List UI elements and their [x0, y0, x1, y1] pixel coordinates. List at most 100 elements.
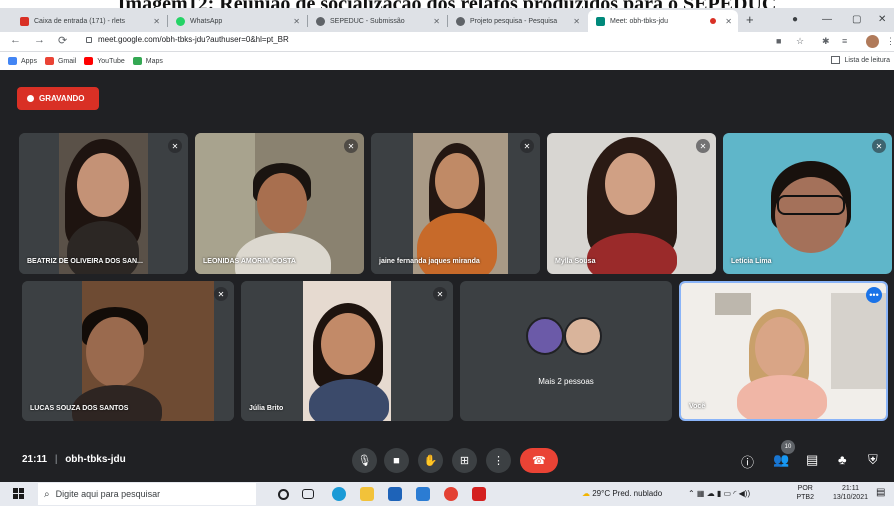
participant-tile[interactable]: ✕ BEATRIZ DE OLIVEIRA DOS SAN...	[19, 133, 188, 274]
close-icon[interactable]: ✕	[573, 17, 580, 26]
end-call-button[interactable]: ☎	[520, 448, 558, 473]
new-tab-button[interactable]: +	[746, 13, 754, 26]
tab-label: Projeto pesquisa - Pesquisa	[470, 17, 558, 25]
participant-name: LUCAS SOUZA DOS SANTOS	[30, 405, 129, 412]
weather-widget[interactable]: ☁ 29°C Pred. nublado	[582, 489, 662, 498]
menu-icon[interactable]: ⋮	[886, 36, 894, 47]
reading-list-icon[interactable]: ≡	[842, 36, 847, 46]
close-icon[interactable]: ✕	[433, 17, 440, 26]
tab-gmail[interactable]: Caixa de entrada (171) - rlets ✕	[12, 10, 166, 32]
notifications-icon[interactable]: ▤	[876, 487, 885, 498]
taskbar-search[interactable]: ⌕ Digite aqui para pesquisar	[38, 483, 256, 505]
task-view-icon[interactable]	[302, 489, 314, 499]
reading-list-button[interactable]: Lista de leitura	[831, 56, 890, 64]
reload-icon[interactable]: ⟳	[58, 34, 67, 47]
participant-name: BEATRIZ DE OLIVEIRA DOS SAN...	[27, 258, 143, 265]
mic-off-icon: ✕	[696, 139, 710, 153]
bookmark-label: Gmail	[57, 57, 77, 65]
bookmark-label: Maps	[145, 57, 163, 65]
more-people-tile[interactable]: Mais 2 pessoas	[460, 281, 672, 421]
youtube-icon	[84, 57, 94, 65]
close-icon[interactable]: ✕	[725, 17, 732, 26]
cortana-icon[interactable]	[278, 489, 289, 500]
language-indicator[interactable]: POR PTB2	[796, 484, 814, 502]
file-explorer-icon[interactable]	[360, 487, 374, 501]
raise-hand-button[interactable]: ✋	[418, 448, 443, 473]
tab-projeto[interactable]: Projeto pesquisa - Pesquisa ✕	[448, 10, 586, 32]
camera-icon[interactable]: ■	[776, 36, 781, 46]
tab-search-icon[interactable]: ●	[792, 14, 798, 25]
mic-off-icon: ✕	[344, 139, 358, 153]
clock-time: 21:11	[841, 485, 859, 492]
maps-icon	[132, 57, 142, 65]
bookmark-gmail[interactable]: Gmail	[44, 57, 77, 65]
forward-icon[interactable]: →	[34, 34, 45, 46]
participant-tile[interactable]: ✕ LEONIDAS AMORIM COSTA	[195, 133, 364, 274]
windows-taskbar: ⌕ Digite aqui para pesquisar ☁ 29°C Pred…	[0, 482, 894, 506]
activities-icon[interactable]: ♣	[838, 452, 847, 467]
meet-controls-bar: 21:11 | obh-tbks-jdu 🎙 ■ ✋ ⊞ ⋮ ☎ ⓘ 👥 10 …	[0, 440, 894, 482]
mic-off-icon: ✕	[872, 139, 886, 153]
more-people-label: Mais 2 pessoas	[538, 377, 594, 386]
store-icon[interactable]	[388, 487, 402, 501]
close-window-icon[interactable]: ✕	[878, 14, 886, 25]
reading-list-label: Lista de leitura	[844, 56, 890, 64]
participant-name: LEONIDAS AMORIM COSTA	[203, 258, 296, 265]
extensions-icon[interactable]: ✱	[822, 36, 830, 47]
participant-tile[interactable]: ✕ Mylla Sousa	[547, 133, 716, 274]
microphone-button[interactable]: 🎙	[352, 448, 377, 473]
people-icon[interactable]: 👥	[773, 452, 789, 468]
close-icon[interactable]: ✕	[293, 17, 300, 26]
back-icon[interactable]: ←	[10, 34, 21, 46]
chat-icon[interactable]: ▤	[806, 452, 818, 468]
present-icon: ⊞	[459, 455, 470, 467]
url-field[interactable]: meet.google.com/obh-tbks-jdu?authuser=0&…	[86, 35, 289, 44]
weather-icon: ☁	[582, 489, 590, 498]
weather-text: 29°C Pred. nublado	[592, 489, 663, 498]
tab-meet[interactable]: Meet: obh-tbks-jdu ✕	[588, 10, 738, 32]
bookmark-youtube[interactable]: YouTube	[84, 57, 125, 65]
minimize-icon[interactable]: —	[822, 14, 832, 25]
maximize-icon[interactable]: ▢	[852, 14, 861, 25]
participant-name: Letícia Lima	[731, 258, 772, 265]
system-tray-icons[interactable]: ⌃ ▦ ☁ ▮ ▭ ◜ ◀))	[688, 489, 750, 498]
participant-name: Júlia Brito	[249, 405, 284, 412]
shield-icon[interactable]: ⛨	[868, 452, 878, 468]
participant-tile[interactable]: ✕ Júlia Brito	[241, 281, 453, 421]
more-options-button[interactable]: ⋮	[486, 448, 511, 473]
bookmark-maps[interactable]: Maps	[132, 57, 163, 65]
meet-icon	[596, 16, 605, 26]
tab-sepeduc[interactable]: SEPEDUC - Submissão ✕	[308, 10, 446, 32]
avatar[interactable]	[866, 35, 879, 48]
participant-tile[interactable]: ✕ LUCAS SOUZA DOS SANTOS	[22, 281, 234, 421]
camera-icon: ■	[393, 454, 400, 467]
windows-start-button[interactable]	[13, 488, 25, 500]
participant-tile[interactable]: ✕ Letícia Lima	[723, 133, 892, 274]
gmail-icon	[44, 57, 54, 65]
chrome-icon[interactable]	[444, 487, 458, 501]
microphone-icon: 🎙	[357, 455, 372, 467]
info-icon[interactable]: ⓘ	[741, 452, 754, 471]
mail-icon[interactable]	[416, 487, 430, 501]
separator: |	[54, 454, 58, 465]
hand-icon: ✋	[423, 455, 438, 467]
close-icon[interactable]: ✕	[153, 17, 160, 26]
record-dot-icon	[27, 95, 34, 102]
participant-name: jaine fernanda jaques miranda	[379, 258, 480, 265]
self-view-tile[interactable]: ••• Você	[679, 281, 888, 421]
gmail-icon	[20, 16, 29, 26]
bookmark-apps[interactable]: Apps	[8, 57, 37, 65]
lang-bottom: PTB2	[796, 494, 814, 501]
more-options-icon[interactable]: •••	[866, 287, 882, 303]
camera-button[interactable]: ■	[384, 448, 409, 473]
participant-tile[interactable]: ✕ jaine fernanda jaques miranda	[371, 133, 540, 274]
address-bar: ← → ⟳ meet.google.com/obh-tbks-jdu?authu…	[0, 32, 894, 52]
star-icon[interactable]: ☆	[796, 36, 804, 47]
present-button[interactable]: ⊞	[452, 448, 477, 473]
figure-caption: Imagem12: Reunião de socialização dos re…	[0, 0, 894, 8]
edge-icon[interactable]	[332, 487, 346, 501]
tab-whatsapp[interactable]: WhatsApp ✕	[168, 10, 306, 32]
clock-date: 13/10/2021	[832, 494, 868, 501]
acrobat-icon[interactable]	[472, 487, 486, 501]
taskbar-clock[interactable]: 21:11 13/10/2021	[833, 484, 868, 502]
